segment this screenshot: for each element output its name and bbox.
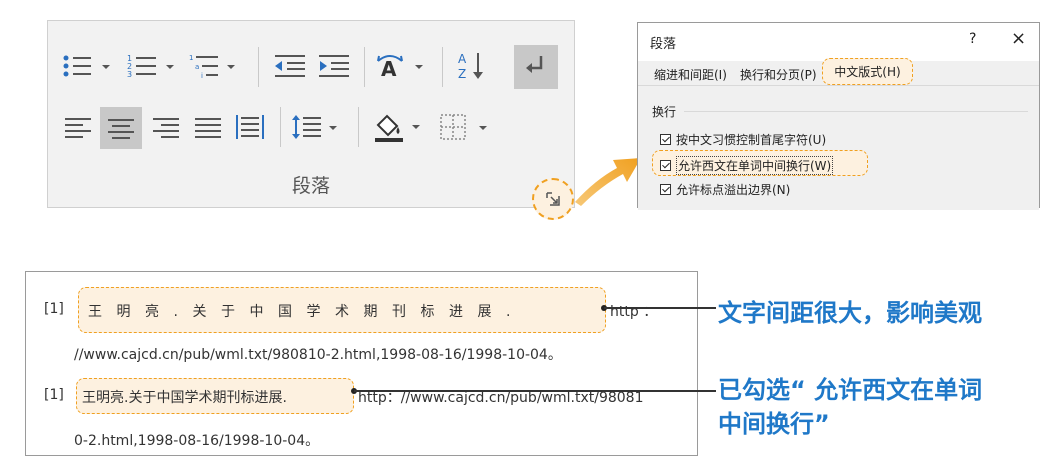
svg-text:1: 1 <box>189 54 193 62</box>
dialog-title: 段落 <box>650 37 677 52</box>
decrease-indent-icon <box>275 55 305 77</box>
multilevel-list-icon: 1 a i <box>189 54 235 80</box>
callout-line-bottom <box>354 390 716 392</box>
paragraph-dialog: 段落 ? × 缩进和间距(I) 换行和分页(P) 中文版式(H) 换行 按中文习… <box>637 22 1040 210</box>
svg-text:a: a <box>195 63 199 71</box>
group-divider <box>684 111 1028 112</box>
align-right-icon <box>153 118 179 138</box>
enter-arrow-icon <box>526 56 543 73</box>
align-center-icon <box>108 119 134 139</box>
line-spacing-button[interactable] <box>288 107 348 147</box>
svg-text:i: i <box>201 72 203 80</box>
checkbox-row-2[interactable]: 允许西文在单词中间换行(W) <box>660 156 834 175</box>
justify-icon <box>195 118 221 138</box>
paint-bucket-icon <box>375 114 420 142</box>
svg-text:A: A <box>381 57 397 81</box>
align-left-icon <box>65 118 91 138</box>
distributed-button[interactable] <box>230 105 270 149</box>
justify-button[interactable] <box>188 107 228 147</box>
numbering-button[interactable]: 1 2 3 <box>124 47 184 85</box>
increase-indent-button[interactable] <box>314 47 354 85</box>
checkbox-label-2: 允许西文在单词中间换行(W) <box>676 156 834 175</box>
ref1-line2: //www.cajcd.cn/pub/wml.txt/980810-2.html… <box>74 347 562 363</box>
ref2-number: [1] <box>44 387 64 403</box>
dialog-tabbar: 缩进和间距(I) 换行和分页(P) 中文版式(H) <box>638 58 1039 85</box>
show-hide-marks-button[interactable] <box>514 45 558 89</box>
separator <box>258 47 259 87</box>
dialog-launcher-icon <box>546 192 560 206</box>
chinese-layout-button[interactable]: A <box>374 47 432 85</box>
checkbox-row-1[interactable]: 按中文习惯控制首尾字符(U) <box>660 131 826 148</box>
close-button[interactable]: × <box>1011 28 1026 49</box>
ref2-line2: 0-2.html,1998-08-16/1998-10-04。 <box>74 433 320 449</box>
orange-arrow <box>575 158 641 206</box>
ref1-spaced-title: 王明亮.关于中国学术期刊标进展. <box>88 304 525 320</box>
sort-az-icon: A Z <box>458 52 483 81</box>
sort-button[interactable]: A Z <box>452 47 492 85</box>
checkbox-2[interactable] <box>660 160 671 171</box>
svg-text:Z: Z <box>458 67 466 81</box>
borders-button[interactable] <box>436 107 496 147</box>
help-button[interactable]: ? <box>969 31 976 47</box>
ref1-http: http ： <box>610 304 658 320</box>
separator <box>358 107 359 147</box>
bullets-button[interactable] <box>58 47 118 85</box>
checkbox-label-3: 允许标点溢出边界(N) <box>676 183 791 197</box>
example-box: [1] 王明亮.关于中国学术期刊标进展. http ： //www.cajcd.… <box>25 271 698 456</box>
border-grid-icon <box>440 114 487 140</box>
separator <box>280 107 281 147</box>
bullet-list-icon <box>63 55 110 77</box>
tab-line-page-breaks[interactable]: 换行和分页(P) <box>740 66 817 83</box>
checkbox-row-3[interactable]: 允许标点溢出边界(N) <box>660 181 790 198</box>
checkbox-1[interactable] <box>660 134 671 145</box>
ref1-number: [1] <box>44 301 64 317</box>
callout-checked-line1: 已勾选“ 允许西文在单词 <box>718 376 983 404</box>
multilevel-list-button[interactable]: 1 a i <box>186 47 248 85</box>
ribbon-group-label: 段落 <box>291 175 330 197</box>
decrease-indent-button[interactable] <box>270 47 310 85</box>
checkbox-label-1: 按中文习惯控制首尾字符(U) <box>676 133 827 147</box>
checkbox-3[interactable] <box>660 184 671 195</box>
distributed-align-icon <box>236 115 264 139</box>
callout-spacing-issue: 文字间距很大，影响美观 <box>718 299 982 327</box>
callout-line-top <box>604 307 716 309</box>
tab-indent-spacing[interactable]: 缩进和间距(I) <box>654 66 727 83</box>
numbered-list-icon: 1 2 3 <box>127 54 174 79</box>
chinese-layout-icon: A <box>377 55 423 81</box>
separator <box>442 47 443 87</box>
align-right-button[interactable] <box>146 107 186 147</box>
callout-checked-line2: 中间换行” <box>718 410 830 438</box>
align-left-button[interactable] <box>58 107 98 147</box>
increase-indent-icon <box>319 55 349 77</box>
align-center-button[interactable] <box>100 107 142 149</box>
separator <box>364 47 365 87</box>
ref2-title: 王明亮.关于中国学术期刊标进展. <box>82 390 287 406</box>
shading-button[interactable] <box>370 105 432 149</box>
paragraph-ribbon-group: 1 2 3 1 a i A A Z 段落 <box>47 20 575 208</box>
group-label-line-break: 换行 <box>652 105 677 119</box>
svg-text:3: 3 <box>127 70 132 79</box>
tab-asian-typography[interactable]: 中文版式(H) <box>822 58 913 85</box>
line-spacing-icon <box>292 115 337 139</box>
svg-text:A: A <box>458 52 467 66</box>
